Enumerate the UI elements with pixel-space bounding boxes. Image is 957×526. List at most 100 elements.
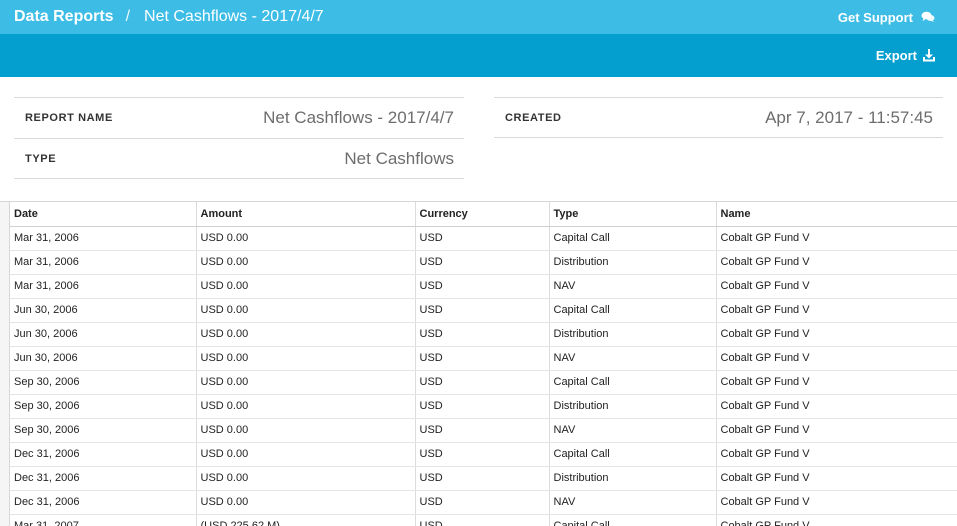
table-row[interactable]: Dec 31, 2006 USD 0.00 USD Distribution Cobal… [10,466,957,491]
name-cell: Cobalt GP Fund V [716,466,957,491]
export-button[interactable]: Export [876,48,935,63]
type-cell: Distribution [549,250,717,275]
breadcrumb-data-reports[interactable]: Data Reports [14,8,114,26]
table-row[interactable]: Mar 31, 2006 USD 0.00 USD NAV Cobalt GP Fund… [10,274,957,299]
type-cell: Capital Call [549,514,717,526]
table-row[interactable]: Jun 30, 2006 USD 0.00 USD NAV Cobalt GP Fund… [10,346,957,371]
name-cell: Cobalt GP Fund V [716,322,957,347]
row-header-gutter [0,202,10,526]
breadcrumb: Data Reports / Net Cashflows - 2017/4/7 [14,8,324,26]
breadcrumb-current: Net Cashflows - 2017/4/7 [144,8,324,25]
type-cell: NAV [549,490,717,515]
report-name-value: Net Cashflows - 2017/4/7 [263,108,454,127]
header-row: Date Amount Currency Type Name [10,202,957,227]
currency-cell: USD [415,226,550,251]
table-row[interactable]: Mar 31, 2006 USD 0.00 USD Capital Call Cobal… [10,226,957,251]
data-table: Date Amount Currency Type Name Mar 31, 2… [10,202,957,526]
amount-cell: USD 0.00 [196,250,416,275]
currency-cell: USD [415,298,550,323]
report-type-label: TYPE [25,152,57,165]
date-cell: Dec 31, 2006 [10,490,197,515]
currency-cell: USD [415,370,550,395]
top-bar: Data Reports / Net Cashflows - 2017/4/7 … [0,0,957,34]
name-cell: Cobalt GP Fund V [716,298,957,323]
name-cell: Cobalt GP Fund V [716,250,957,275]
name-cell: Cobalt GP Fund V [716,370,957,395]
column-header-currency[interactable]: Currency [415,202,550,227]
date-cell: Jun 30, 2006 [10,322,197,347]
type-cell: Distribution [549,466,717,491]
report-metadata: REPORT NAME Net Cashflows - 2017/4/7 TYP… [14,97,943,181]
type-cell: NAV [549,418,717,443]
chat-bubbles-icon [921,11,935,23]
table-row[interactable]: Dec 31, 2006 USD 0.00 USD Capital Call Cobal… [10,442,957,467]
name-cell: Cobalt GP Fund V [716,418,957,443]
column-header-amount[interactable]: Amount [196,202,416,227]
currency-cell: USD [415,418,550,443]
get-support-label: Get Support [837,9,913,25]
table-body: Mar 31, 2006 USD 0.00 USD Capital Call Cobal… [10,226,957,526]
amount-cell: USD 0.00 [196,274,416,299]
currency-cell: USD [415,250,550,275]
date-cell: Mar 31, 2006 [10,226,197,251]
name-cell: Cobalt GP Fund V [716,490,957,515]
currency-cell: USD [415,322,550,347]
amount-cell: USD 0.00 [196,442,416,467]
date-cell: Mar 31, 2007 [10,514,197,526]
amount-cell: USD 0.00 [196,394,416,419]
name-cell: Cobalt GP Fund V [716,514,957,526]
breadcrumb-separator: / [125,8,131,25]
created-row: CREATED Apr 7, 2017 - 11:57:45 [494,97,943,138]
report-name-label: REPORT NAME [25,112,113,124]
amount-cell: USD 0.00 [196,418,416,443]
amount-cell: USD 0.00 [196,346,416,371]
name-cell: Cobalt GP Fund V [716,394,957,419]
column-header-type[interactable]: Type [549,202,717,227]
currency-cell: USD [415,490,550,515]
name-cell: Cobalt GP Fund V [716,226,957,251]
amount-cell: USD 0.00 [196,370,416,395]
type-cell: Capital Call [549,370,717,395]
table-row[interactable]: Mar 31, 2006 USD 0.00 USD Distribution Cobal… [10,250,957,275]
download-icon [923,49,935,62]
type-cell: Distribution [549,394,717,419]
date-cell: Dec 31, 2006 [10,466,197,491]
currency-cell: USD [415,514,550,526]
get-support-button[interactable]: Get Support [838,10,935,25]
amount-cell: USD 0.00 [196,466,416,491]
currency-cell: USD [415,466,550,491]
date-cell: Mar 31, 2006 [10,274,197,299]
date-cell: Jun 30, 2006 [10,346,197,371]
currency-cell: USD [415,442,550,467]
table-row[interactable]: Sep 30, 2006 USD 0.00 USD Capital Call Cobal… [10,370,957,395]
date-cell: Sep 30, 2006 [10,394,197,419]
amount-cell: (USD 225.62 M) [196,514,416,526]
currency-cell: USD [415,394,550,419]
date-cell: Dec 31, 2006 [10,442,197,467]
date-cell: Sep 30, 2006 [10,418,197,443]
type-cell: Capital Call [549,226,717,251]
column-header-name[interactable]: Name [716,202,957,227]
table-row[interactable]: Mar 31, 2007 (USD 225.62 M) USD Capital Cal… [10,514,957,526]
created-label: CREATED [505,111,562,124]
date-cell: Mar 31, 2006 [10,250,197,275]
amount-cell: USD 0.00 [196,226,416,251]
amount-cell: USD 0.00 [196,298,416,323]
table-row[interactable]: Jun 30, 2006 USD 0.00 USD Distribution Cobal… [10,322,957,347]
type-cell: Capital Call [549,442,717,467]
type-cell: NAV [549,346,717,371]
table-row[interactable]: Jun 30, 2006 USD 0.00 USD Capital Call Cobal… [10,298,957,323]
currency-cell: USD [415,274,550,299]
report-metadata-right: CREATED Apr 7, 2017 - 11:57:45 [494,97,943,138]
cashflow-table: Date Amount Currency Type Name Mar 31, 2… [0,201,957,526]
table-row[interactable]: Dec 31, 2006 USD 0.00 USD NAV Cobalt GP Fund… [10,490,957,515]
action-toolbar: Export [0,34,957,77]
report-metadata-left: REPORT NAME Net Cashflows - 2017/4/7 TYP… [14,97,464,179]
name-cell: Cobalt GP Fund V [716,274,957,299]
column-header-date[interactable]: Date [10,202,197,227]
currency-cell: USD [415,346,550,371]
table-row[interactable]: Sep 30, 2006 USD 0.00 USD Distribution Cobal… [10,394,957,419]
report-name-row: REPORT NAME Net Cashflows - 2017/4/7 [14,97,464,138]
table-row[interactable]: Sep 30, 2006 USD 0.00 USD NAV Cobalt GP Fund… [10,418,957,443]
report-type-value: Net Cashflows [344,148,454,168]
